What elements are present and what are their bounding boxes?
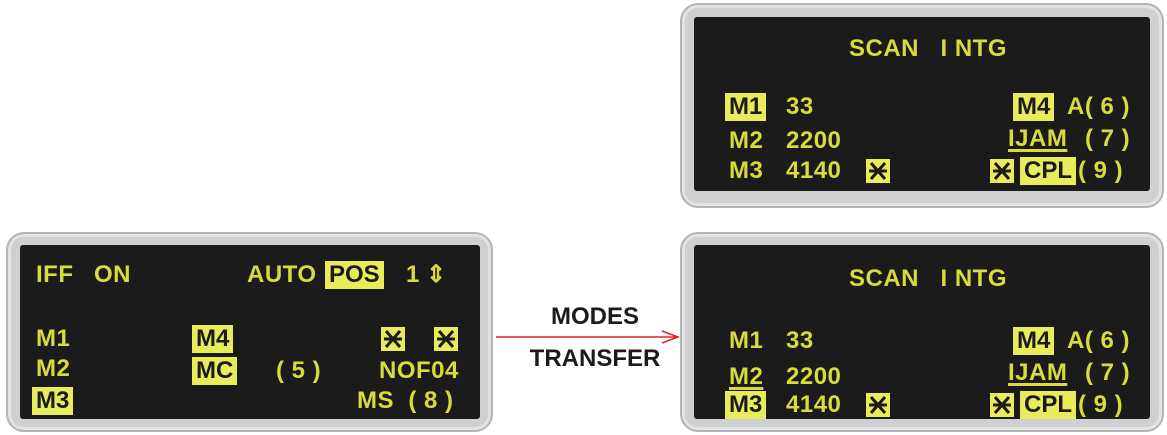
mode-9-label: ( 9 ): [1078, 157, 1124, 184]
mode-m1-button[interactable]: M1: [725, 93, 767, 121]
x-toggle-right-icon[interactable]: [990, 159, 1014, 183]
ijam-label[interactable]: IJAM: [1008, 359, 1067, 387]
mode-m4-button[interactable]: M4: [192, 325, 234, 353]
ms-label[interactable]: MS ( 8 ): [357, 387, 454, 415]
iff-on-status[interactable]: ON: [94, 261, 131, 289]
mode-a6-label: A( 6 ): [1067, 93, 1130, 120]
scan-display-top-panel: SCAN I NTG M1 33 M2 2200 M3 4140 M4 A( 6…: [680, 3, 1164, 208]
mode-m2-label[interactable]: M2: [36, 355, 70, 383]
mode-m2-label[interactable]: M2: [729, 127, 763, 155]
m1-code: 33: [786, 93, 814, 120]
transfer-arrow-icon: [496, 330, 681, 344]
m1-code: 33: [786, 327, 814, 354]
mode-7-label: ( 7 ): [1085, 125, 1131, 152]
mode-m2-label[interactable]: M2: [729, 363, 763, 391]
m3-code: 4140: [786, 157, 842, 184]
mode-m4-button[interactable]: M4: [1013, 93, 1055, 121]
mode-7-label: ( 7 ): [1085, 359, 1131, 386]
scan-title: SCAN I NTG: [849, 35, 1008, 62]
mode-5-label: ( 5 ): [276, 357, 322, 384]
mode-m1-label[interactable]: M1: [36, 325, 70, 353]
mode-mc-button[interactable]: MC: [192, 357, 238, 385]
modes-transfer-label-line1: MODES: [550, 303, 639, 330]
m3-code: 4140: [786, 391, 842, 418]
mode-m3-button[interactable]: M3: [32, 387, 74, 415]
scan-display-bottom-panel: SCAN I NTG M1 33 M2 2200 M3 4140 M4 A( 6…: [680, 232, 1164, 432]
mode-9-label: ( 9 ): [1078, 391, 1124, 418]
nof-label: NOF04: [379, 357, 459, 384]
scan-display-top-screen: SCAN I NTG M1 33 M2 2200 M3 4140 M4 A( 6…: [694, 17, 1150, 191]
auto-label[interactable]: AUTO: [247, 261, 317, 289]
iff-label: IFF: [36, 261, 74, 288]
x-toggle-right-icon[interactable]: [990, 393, 1014, 417]
iff-display-screen: IFF ON AUTO POS 1 ⇕ M1 M2 M3 M4 MC ( 5 )…: [20, 245, 480, 419]
mode-m3-label[interactable]: M3: [729, 157, 763, 185]
x-toggle-2-icon[interactable]: [434, 327, 458, 351]
ijam-label[interactable]: IJAM: [1008, 125, 1067, 153]
x-toggle-left-icon[interactable]: [866, 393, 890, 417]
pos-button[interactable]: POS: [325, 261, 384, 289]
mode-m3-button[interactable]: M3: [725, 391, 767, 419]
scan-display-bottom-screen: SCAN I NTG M1 33 M2 2200 M3 4140 M4 A( 6…: [694, 245, 1150, 419]
cpl-button[interactable]: CPL: [1020, 391, 1076, 419]
pos-number: 1: [406, 261, 420, 288]
cpl-button[interactable]: CPL: [1020, 157, 1076, 185]
mode-m1-label[interactable]: M1: [729, 327, 763, 355]
modes-transfer-label-line2: TRANSFER: [529, 345, 661, 372]
iff-display-panel: IFF ON AUTO POS 1 ⇕ M1 M2 M3 M4 MC ( 5 )…: [6, 232, 493, 432]
mode-m4-button[interactable]: M4: [1013, 327, 1055, 355]
mode-a6-label: A( 6 ): [1067, 327, 1130, 354]
scan-title: SCAN I NTG: [849, 265, 1008, 292]
x-toggle-left-icon[interactable]: [866, 159, 890, 183]
x-toggle-1-icon[interactable]: [381, 327, 405, 351]
m2-code: 2200: [786, 127, 842, 154]
updown-arrow-icon[interactable]: ⇕: [426, 261, 447, 289]
m2-code: 2200: [786, 363, 842, 390]
